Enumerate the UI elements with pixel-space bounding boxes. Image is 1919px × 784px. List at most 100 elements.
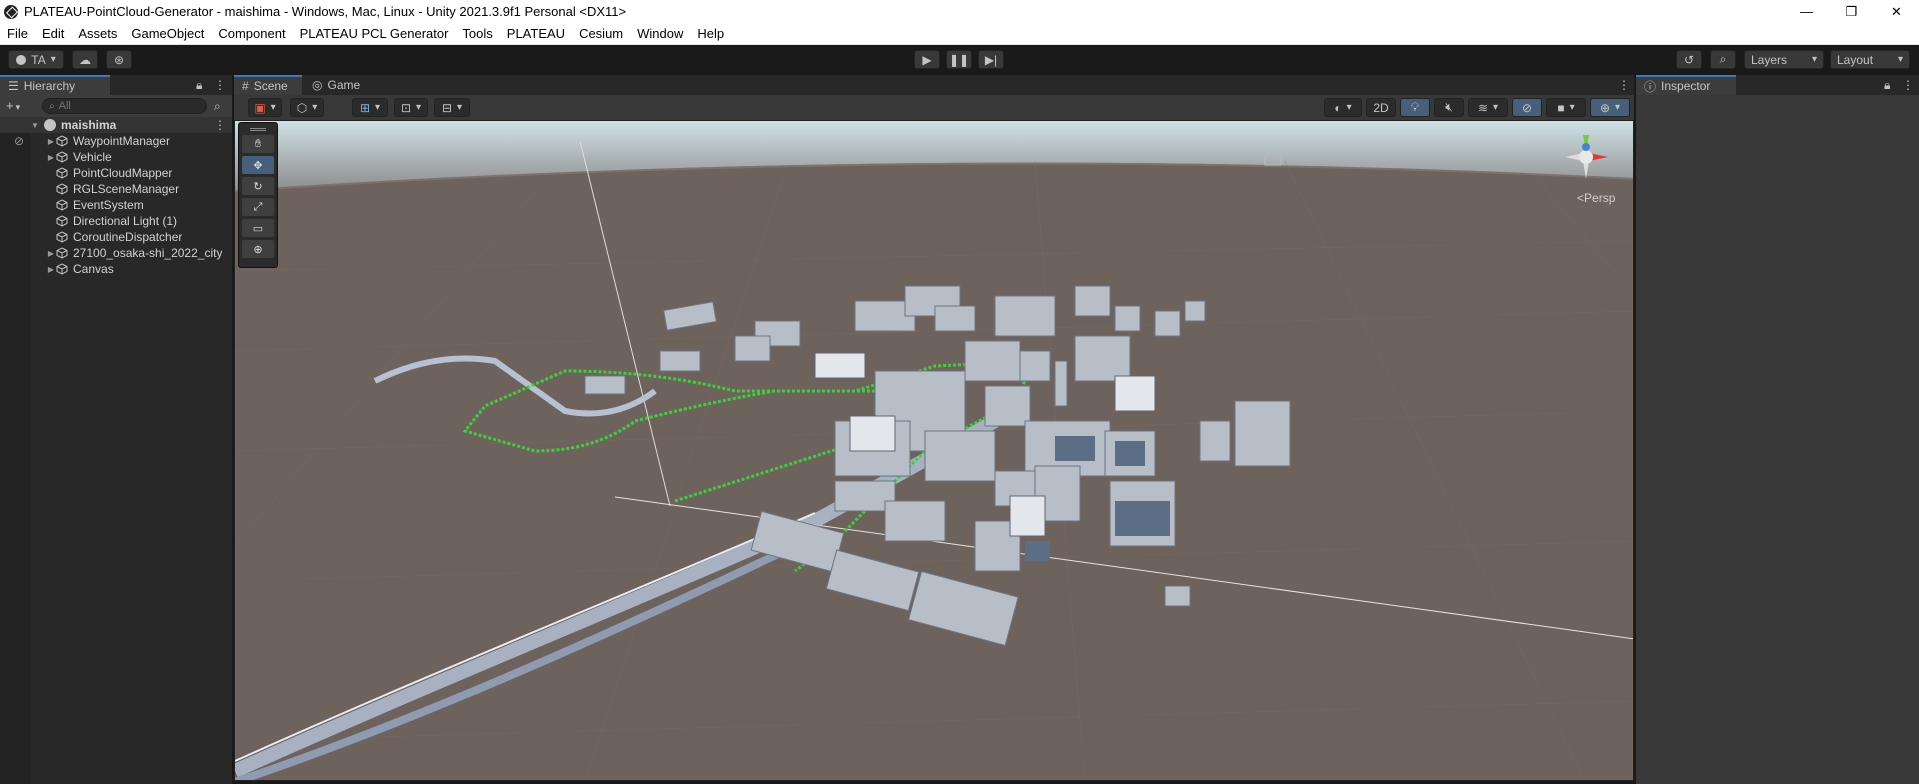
window-title: PLATEAU-PointCloud-Generator - maishima … <box>24 4 627 19</box>
inspector-lock-icon[interactable]: 🔒︎ <box>1884 78 1890 93</box>
scene-row[interactable]: ▼ maishima ⋮ <box>0 117 232 133</box>
hierarchy-tabbar: ☰ Hierarchy 🔒︎ ⋮ <box>0 75 232 95</box>
hierarchy-item[interactable]: RGLSceneManager <box>0 181 232 197</box>
hierarchy-item[interactable]: EventSystem <box>0 197 232 213</box>
scale-icon: ⤢ <box>253 200 263 213</box>
search-options-icon[interactable]: ⌕ <box>214 99 221 114</box>
search-icon: ⌕ <box>1719 52 1727 66</box>
palette-handle[interactable] <box>242 126 274 132</box>
hierarchy-item[interactable]: Directional Light (1) <box>0 213 232 229</box>
toggle-2d-button[interactable]: 2D <box>1366 98 1396 117</box>
scene-menu-icon[interactable]: ⋮ <box>214 118 226 132</box>
expand-arrow-icon[interactable]: ▶ <box>46 153 56 162</box>
main-toolbar: TA ☁ ⊛ ▶ ❚❚ ▶| ↺ ⌕ Layers Layout <box>0 45 1919 73</box>
hierarchy-item-label: Canvas <box>73 262 114 276</box>
hierarchy-item-label: EventSystem <box>73 198 144 212</box>
more-options-icon[interactable]: ⋮ <box>214 78 226 92</box>
hierarchy-tab-label: Hierarchy <box>23 79 76 93</box>
effects-dropdown[interactable]: ≋ <box>1468 98 1508 117</box>
menu-plateau-pcl-generator[interactable]: PLATEAU PCL Generator <box>293 26 456 41</box>
restore-button[interactable]: ❐ <box>1829 0 1874 23</box>
hierarchy-item[interactable]: ▶ WaypointManager <box>0 133 232 149</box>
hierarchy-item[interactable]: PointCloudMapper <box>0 165 232 181</box>
gizmos-dropdown[interactable]: ⊕ <box>1590 98 1630 117</box>
menu-cesium[interactable]: Cesium <box>572 26 630 41</box>
audio-toggle[interactable]: 🔇︎ <box>1434 98 1464 117</box>
account-label: TA <box>31 52 46 67</box>
gizmos-icon: ⊕ <box>1599 100 1611 115</box>
increment-snap-dropdown[interactable]: ⊟ <box>434 98 470 117</box>
shading-mode-dropdown[interactable]: ◐ <box>1324 98 1362 117</box>
scene-viewport[interactable]: <Persp <box>234 120 1634 781</box>
expand-arrow-icon[interactable]: ▶ <box>46 265 56 274</box>
projection-label[interactable]: <Persp <box>1577 191 1615 205</box>
transform-tool-button[interactable]: ⊕ <box>242 240 274 258</box>
tab-scene[interactable]: # Scene <box>234 75 302 95</box>
cloud-icon: ☁ <box>79 52 91 67</box>
hierarchy-item[interactable]: ▶ 27100_osaka-shi_2022_city <box>0 245 232 261</box>
hierarchy-search-input[interactable] <box>58 100 189 112</box>
hidden-objects-icon: ⊘ <box>1521 100 1533 115</box>
hierarchy-item[interactable]: ▶ Canvas <box>0 261 232 277</box>
rect-tool-button[interactable]: ▭ <box>242 219 274 237</box>
effects-icon: ≋ <box>1477 100 1489 115</box>
expand-arrow-icon[interactable]: ▼ <box>30 121 40 130</box>
hierarchy-item-label: Vehicle <box>73 150 112 164</box>
lighting-toggle[interactable]: 💡︎ <box>1400 98 1430 117</box>
mute-icon: 🔇︎ <box>1445 100 1453 114</box>
hierarchy-item-label: Directional Light (1) <box>73 214 178 228</box>
hand-tool-button[interactable]: ✋︎ <box>242 135 274 153</box>
step-icon: ▶| <box>984 52 998 67</box>
draw-mode-dropdown[interactable]: ▣ <box>248 98 282 117</box>
minimize-button[interactable]: — <box>1784 0 1829 23</box>
scene-more-icon[interactable]: ⋮ <box>1618 78 1630 92</box>
menu-gameobject[interactable]: GameObject <box>124 26 211 41</box>
step-button[interactable]: ▶| <box>978 50 1004 69</box>
plus-icon: + <box>6 98 14 113</box>
orientation-gizmo[interactable]: <Persp <box>1553 127 1623 212</box>
tab-inspector[interactable]: ⓘ Inspector <box>1636 75 1736 95</box>
inspector-more-icon[interactable]: ⋮ <box>1902 78 1914 92</box>
scale-tool-button[interactable]: ⤢ <box>242 198 274 216</box>
lock-icon[interactable]: 🔒︎ <box>196 78 202 93</box>
hierarchy-item-label: CoroutineDispatcher <box>73 230 183 244</box>
gameobject-cube-icon <box>56 183 68 195</box>
menu-edit[interactable]: Edit <box>35 26 71 41</box>
layout-dropdown[interactable]: Layout <box>1830 50 1910 69</box>
hierarchy-search[interactable]: ⌕ <box>42 98 207 114</box>
gizmo-space-dropdown[interactable]: ⊞ <box>352 98 388 117</box>
close-button[interactable]: ✕ <box>1874 0 1919 23</box>
pause-button[interactable]: ❚❚ <box>946 50 972 69</box>
history-button[interactable]: ↺ <box>1676 50 1702 69</box>
collab-button[interactable]: ⊛ <box>106 50 132 69</box>
axis-gizmo-icon <box>1565 135 1608 179</box>
create-dropdown[interactable]: + ▾ <box>6 98 20 113</box>
hierarchy-item[interactable]: CoroutineDispatcher <box>0 229 232 245</box>
visibility-toggle[interactable]: ⊘ <box>1512 98 1542 117</box>
layers-dropdown[interactable]: Layers <box>1744 50 1824 69</box>
search-button[interactable]: ⌕ <box>1710 50 1736 69</box>
move-tool-button[interactable]: ✥ <box>242 156 274 174</box>
menu-component[interactable]: Component <box>211 26 292 41</box>
play-button[interactable]: ▶ <box>914 50 940 69</box>
shading-dropdown[interactable]: ⬡ <box>290 98 324 117</box>
tab-hierarchy[interactable]: ☰ Hierarchy <box>0 75 110 95</box>
menu-plateau[interactable]: PLATEAU <box>500 26 572 41</box>
cloud-button[interactable]: ☁ <box>72 50 98 69</box>
hierarchy-list-icon: ☰ <box>8 79 19 93</box>
camera-settings-dropdown[interactable]: ■ <box>1546 98 1586 117</box>
game-controller-icon: ◎ <box>312 78 323 92</box>
rotate-tool-button[interactable]: ↻ <box>242 177 274 195</box>
menu-file[interactable]: File <box>0 26 35 41</box>
expand-arrow-icon[interactable]: ▶ <box>46 137 56 146</box>
menu-window[interactable]: Window <box>630 26 690 41</box>
menu-tools[interactable]: Tools <box>455 26 499 41</box>
menu-assets[interactable]: Assets <box>71 26 124 41</box>
grid-snap-dropdown[interactable]: ⊡ <box>394 98 428 117</box>
inspector-tab-label: Inspector <box>1661 79 1711 93</box>
account-dropdown[interactable]: TA <box>8 50 64 69</box>
menu-help[interactable]: Help <box>690 26 731 41</box>
hierarchy-item[interactable]: ▶ Vehicle <box>0 149 232 165</box>
tab-game[interactable]: ◎ Game <box>304 75 366 95</box>
expand-arrow-icon[interactable]: ▶ <box>46 249 56 258</box>
